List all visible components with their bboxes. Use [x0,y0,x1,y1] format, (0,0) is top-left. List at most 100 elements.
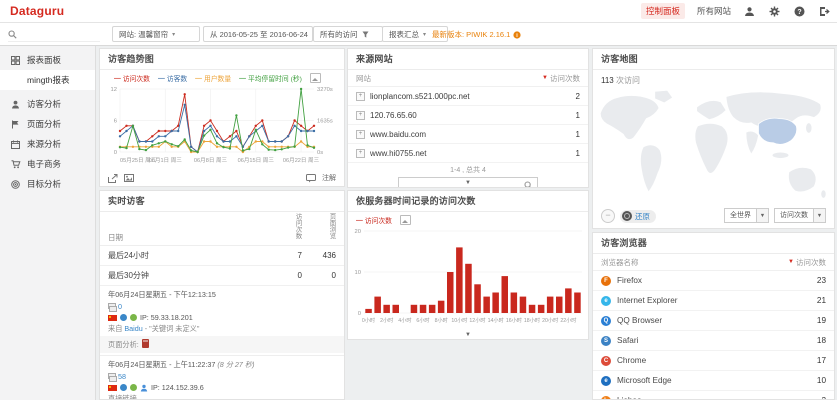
pages-stack-icon [108,373,115,381]
country-flag-cn-icon [108,385,117,391]
map-japan [806,123,812,133]
browser-name[interactable]: Firefox [617,276,817,285]
legend-visits[interactable]: —访问次数 [356,215,392,225]
search-input[interactable] [21,29,95,40]
referrer-site[interactable]: lionplancom.s521.000pc.net [370,92,576,101]
info-icon: i [513,31,521,39]
search-icon [524,181,533,189]
referrer-link[interactable]: Baidu [124,324,142,333]
svg-text:0小时: 0小时 [362,316,375,324]
browser-name[interactable]: Internet Explorer [617,296,817,305]
logout-icon[interactable] [818,5,831,18]
expand-icon[interactable]: + [356,130,365,139]
sidebar-item-goals[interactable]: 目标分析 [0,174,95,194]
browser-logo-icon: e [601,296,611,306]
os-icon [130,384,137,391]
sidebar-item-dashboard[interactable]: 报表面板 [0,50,95,70]
expand-icon[interactable]: + [356,111,365,120]
widget-title[interactable]: 来源网站 [348,49,588,70]
table-search-input[interactable] [403,180,524,189]
map-controls: − 还原 [601,209,656,223]
widget-title[interactable]: 实时访客 [100,191,344,212]
widget-expand-icon[interactable]: ▼ [465,180,471,186]
sidebar-item-ecommerce[interactable]: 电子商务 [0,154,95,174]
version-notice[interactable]: 最新版本: PIWIK 2.16.1 i [432,29,521,40]
referrer-site[interactable]: 120.76.65.60 [370,111,576,120]
legend-visits[interactable]: —访问次数 [114,73,150,83]
col-date[interactable]: 日期 [108,232,272,243]
sidebar-item-referrers[interactable]: 来源分析 [0,134,95,154]
row-label: 最后24小时 [108,250,272,261]
sidebar-item-visitors[interactable]: 访客分析 [0,94,95,114]
browser-logo-icon: C [601,356,611,366]
browser-name[interactable]: Liebao [617,396,821,400]
expand-icon[interactable]: + [356,92,365,101]
sidebar-item-pages[interactable]: 页面分析 [0,114,95,134]
map-greenland [655,90,673,103]
col-visits[interactable]: 访问次数 [272,213,302,243]
page-icon[interactable] [142,339,149,348]
export-image-icon[interactable] [400,215,411,225]
zoom-out-icon[interactable]: − [601,209,615,223]
visitors-line-chart[interactable]: 05月25日 周三06月1日 周三06月8日 周三06月15日 周三06月22日… [100,84,344,176]
chart-legend: —访问次数 [348,212,588,225]
annotations-label[interactable]: 注解 [322,173,336,183]
region-select[interactable]: 全世界▼ [724,208,769,223]
help-icon[interactable]: ? [793,5,806,18]
nav-all-websites[interactable]: 所有网站 [697,5,731,17]
widget-title[interactable]: 访客地图 [593,49,834,70]
svg-text:22小时: 22小时 [560,316,576,324]
widget-expand-icon[interactable]: ▼ [465,332,471,338]
export-icon[interactable] [108,174,118,183]
legend-users[interactable]: —用户数量 [195,73,231,83]
page-icons [142,339,151,350]
expand-icon[interactable]: + [356,149,365,158]
referrer-site[interactable]: www.hi0755.net [370,149,576,158]
svg-text:06月22日 周三: 06月22日 周三 [283,157,320,164]
legend-visitors[interactable]: —访客数 [158,73,187,83]
table-row: + lionplancom.s521.000pc.net 2 [348,87,588,106]
col-visits-sort[interactable]: ▼访问次数 [542,73,580,84]
gear-icon[interactable] [768,5,781,18]
browser-name[interactable]: QQ Browser [617,316,817,325]
svg-text:20小时: 20小时 [542,316,558,324]
segment-selector[interactable]: 所有的访问 [313,26,383,42]
widget-title[interactable]: 访客趋势图 [100,49,344,70]
col-browser-name[interactable]: 浏览器名称 [601,257,639,268]
metric-select[interactable]: 访问次数▼ [774,208,826,223]
browser-name[interactable]: Safari [617,336,817,345]
visit-time: 年06月24日星期五 - 下午12:13:15 [108,290,336,300]
sidebar-item-mingth-report[interactable]: mingth报表 [0,70,95,90]
user-icon[interactable] [743,5,756,18]
country-flag-cn-icon [108,315,117,321]
date-range-selector[interactable]: 从 2016-05-25 至 2016-06-24 [203,26,313,42]
widget-title[interactable]: 访客浏览器 [593,233,834,254]
date-range-label: 从 2016-05-25 至 2016-06-24 [210,29,308,40]
referrer-visits: 1 [576,149,580,158]
global-search[interactable] [8,27,100,42]
server-time-bar-chart[interactable]: 010200小时2小时4小时6小时8小时10小时12小时14小时16小时18小时… [348,225,588,329]
col-website[interactable]: 网站 [356,73,371,84]
svg-text:4小时: 4小时 [398,316,411,324]
export-image-icon[interactable] [310,73,321,83]
app-logo[interactable]: Dataguru [10,4,64,18]
map-mode-label: 还原 [635,211,650,222]
svg-text:0: 0 [114,150,117,156]
browsers-column-header: 浏览器名称 ▼访问次数 [593,254,834,271]
browser-name[interactable]: Chrome [617,356,817,365]
table-row: eInternet Explorer21 [593,291,834,311]
widget-title[interactable]: 依服务器时间记录的访问次数 [348,191,588,212]
nav-dashboard[interactable]: 控制面板 [641,3,685,19]
browser-name[interactable]: Microsoft Edge [617,376,817,385]
col-pageviews[interactable]: 页面浏览 [302,213,336,243]
browser-icon [120,384,127,391]
legend-avg-duration[interactable]: —平均停留时间 (秒) [239,73,302,83]
world-map[interactable] [594,85,835,213]
image-icon[interactable] [124,174,134,182]
browser-logo-icon: Q [601,316,611,326]
map-mode-button[interactable]: 还原 [620,210,656,223]
site-selector[interactable]: 网站: 温馨窗帘▾ [112,26,200,42]
referrer-site[interactable]: www.baidu.com [370,130,576,139]
col-visits-sort[interactable]: ▼访问次数 [788,257,826,268]
annotation-bubble-icon[interactable] [306,174,316,183]
